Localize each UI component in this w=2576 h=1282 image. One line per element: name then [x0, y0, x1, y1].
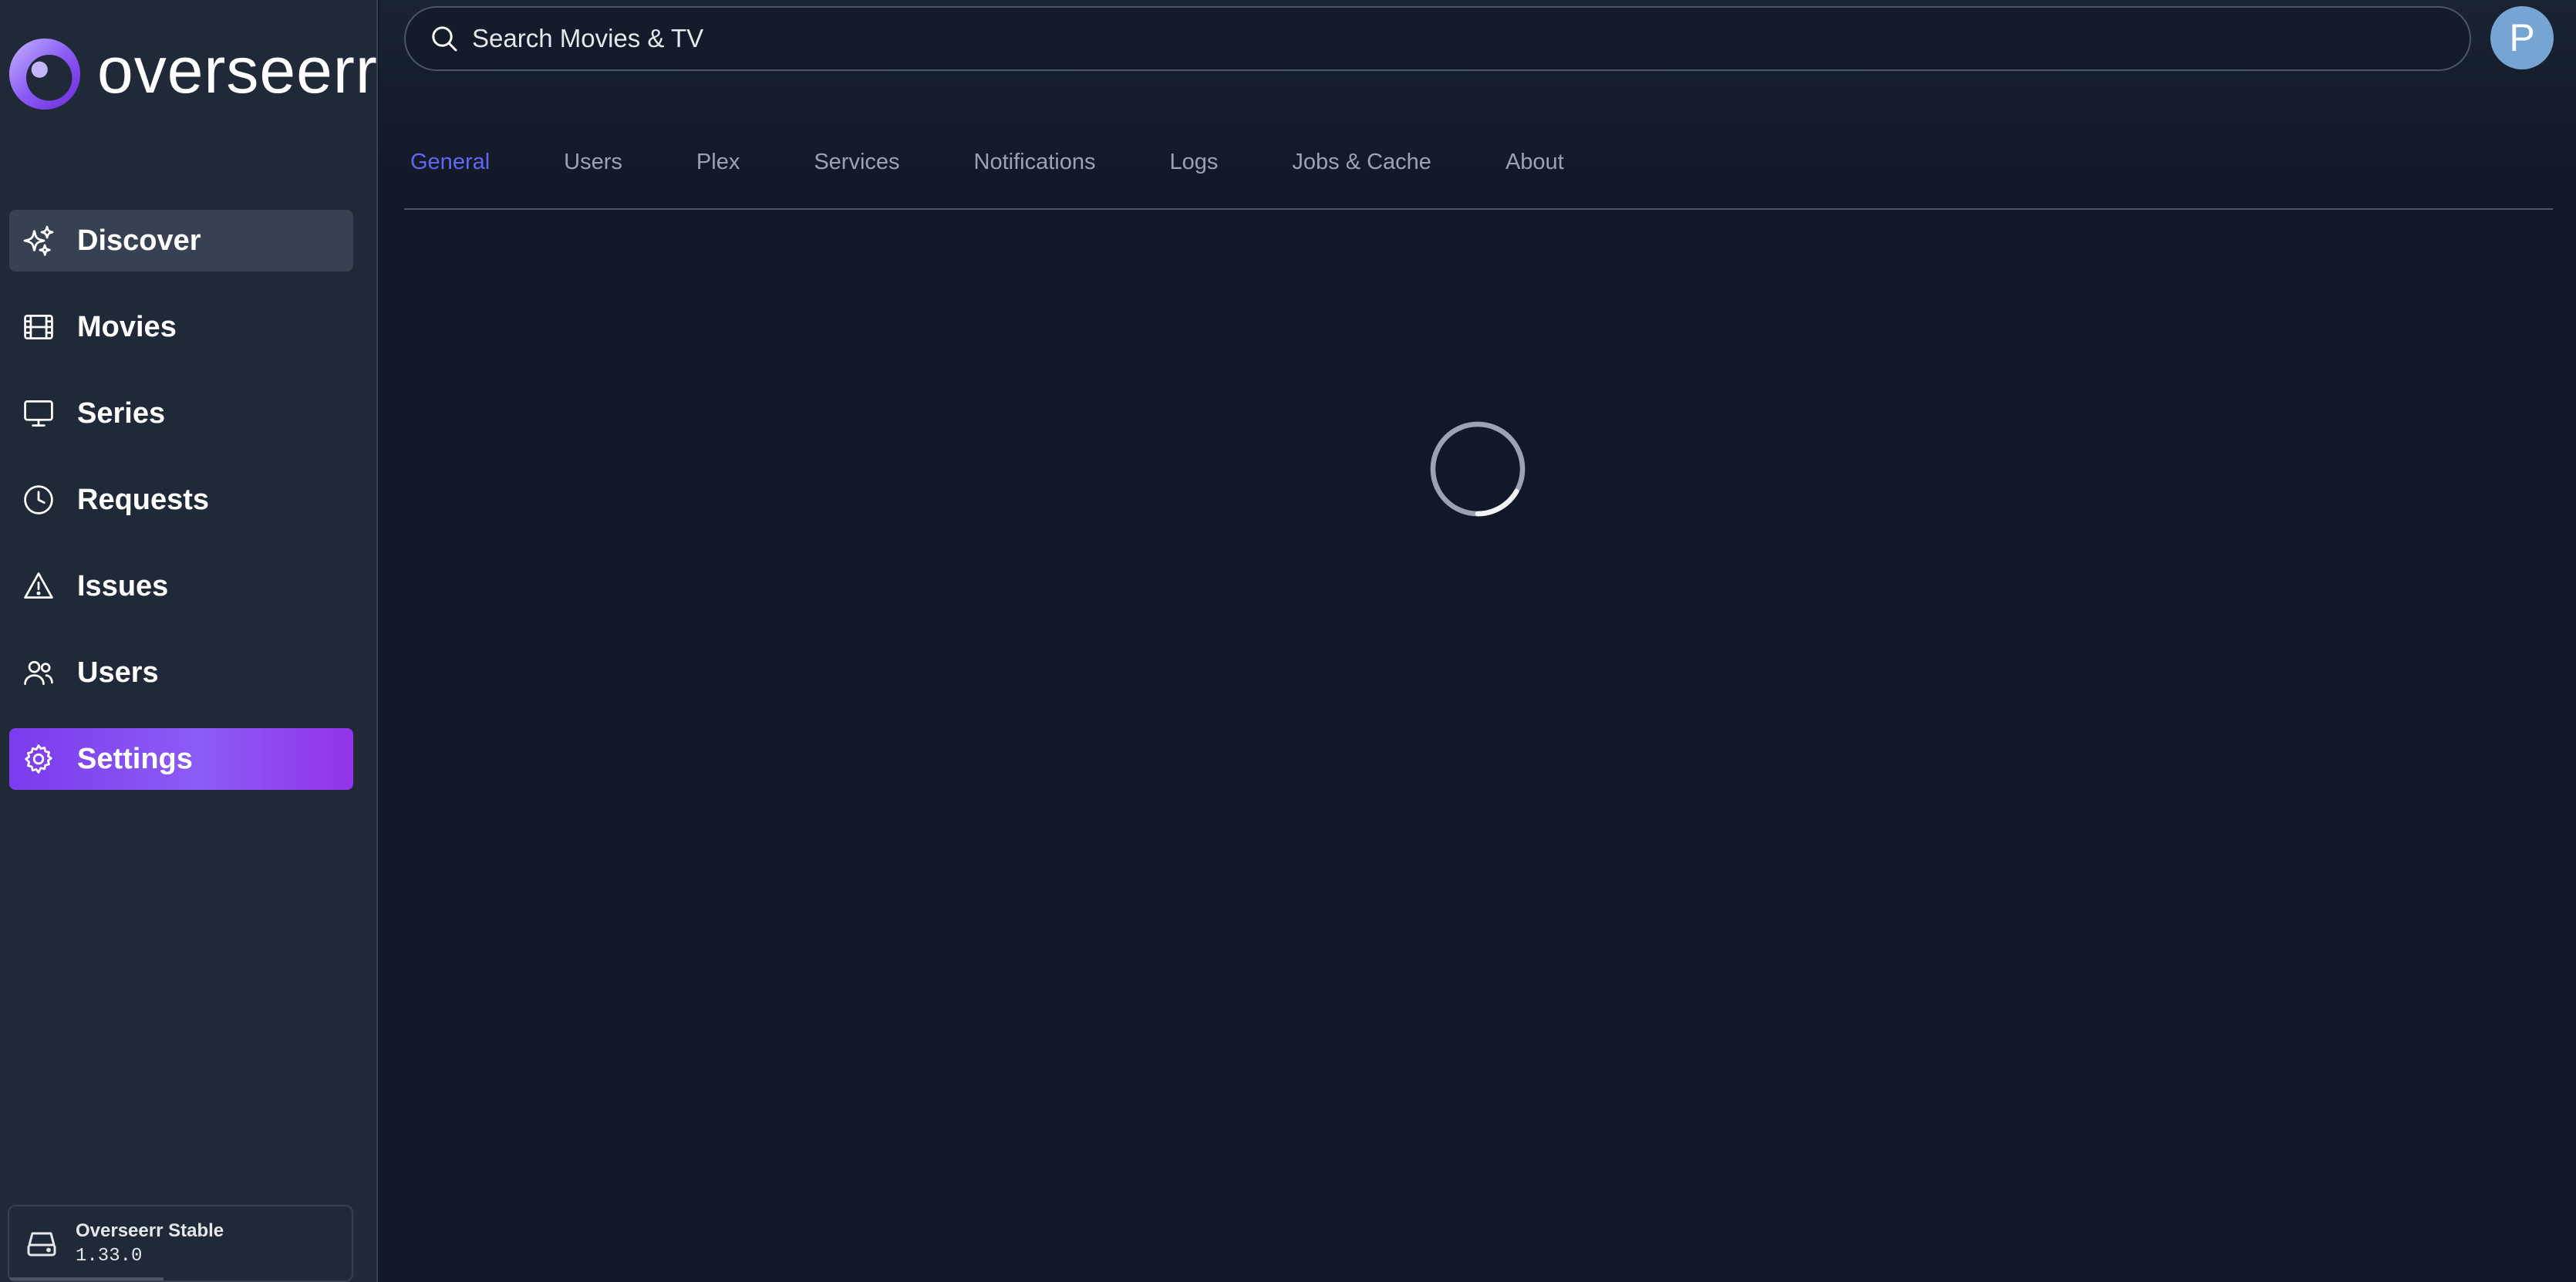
- sidebar-item-label: Requests: [77, 483, 210, 516]
- tab-services[interactable]: Services: [808, 136, 905, 175]
- tab-notifications[interactable]: Notifications: [968, 136, 1102, 175]
- sidebar-item-label: Movies: [77, 310, 177, 343]
- warning-icon: [22, 569, 56, 603]
- app-logo[interactable]: overseerr: [8, 35, 377, 113]
- film-icon: [22, 310, 56, 344]
- sidebar-item-settings[interactable]: Settings: [9, 728, 353, 790]
- tab-jobs-cache[interactable]: Jobs & Cache: [1286, 136, 1438, 175]
- tab-users[interactable]: Users: [558, 136, 629, 175]
- sidebar-item-users[interactable]: Users: [9, 642, 353, 703]
- version-name: Overseerr Stable: [76, 1220, 224, 1242]
- loading-spinner: [1430, 421, 1526, 517]
- sidebar-item-movies[interactable]: Movies: [9, 296, 353, 358]
- sidebar-item-requests[interactable]: Requests: [9, 469, 353, 531]
- app-logo-text: overseerr: [97, 34, 378, 106]
- sparkles-icon: [22, 224, 56, 258]
- version-status[interactable]: Overseerr Stable 1.33.0: [8, 1205, 353, 1282]
- settings-tabs: General Users Plex Services Notification…: [404, 136, 2553, 210]
- tab-plex[interactable]: Plex: [690, 136, 746, 175]
- sidebar-item-issues[interactable]: Issues: [9, 555, 353, 617]
- version-number: 1.33.0: [76, 1245, 143, 1267]
- sidebar-item-discover[interactable]: Discover: [9, 210, 353, 272]
- clock-icon: [22, 483, 56, 517]
- version-progress-bar: [9, 1277, 164, 1280]
- tv-icon: [22, 396, 56, 430]
- search-bar[interactable]: [404, 6, 2471, 71]
- server-icon: [27, 1232, 56, 1257]
- tab-logs[interactable]: Logs: [1164, 136, 1225, 175]
- search-icon: [432, 26, 457, 52]
- overseerr-logo-icon: [8, 38, 81, 110]
- sidebar-nav: Discover Movies Series Requests Issues U…: [9, 210, 353, 815]
- sidebar-item-series[interactable]: Series: [9, 383, 353, 444]
- search-input[interactable]: [470, 23, 2321, 54]
- sidebar-item-label: Issues: [77, 569, 169, 602]
- sidebar: overseerr Discover Movies Series Request…: [0, 0, 378, 1282]
- users-icon: [22, 656, 56, 690]
- sidebar-item-label: Settings: [77, 742, 193, 775]
- tab-general[interactable]: General: [404, 136, 496, 175]
- gear-icon: [22, 742, 56, 776]
- sidebar-item-label: Users: [77, 656, 159, 689]
- avatar[interactable]: P: [2490, 6, 2554, 69]
- sidebar-item-label: Discover: [77, 224, 201, 257]
- sidebar-item-label: Series: [77, 396, 166, 430]
- version-text: Overseerr Stable 1.33.0: [76, 1220, 224, 1267]
- tab-about[interactable]: About: [1499, 136, 1570, 175]
